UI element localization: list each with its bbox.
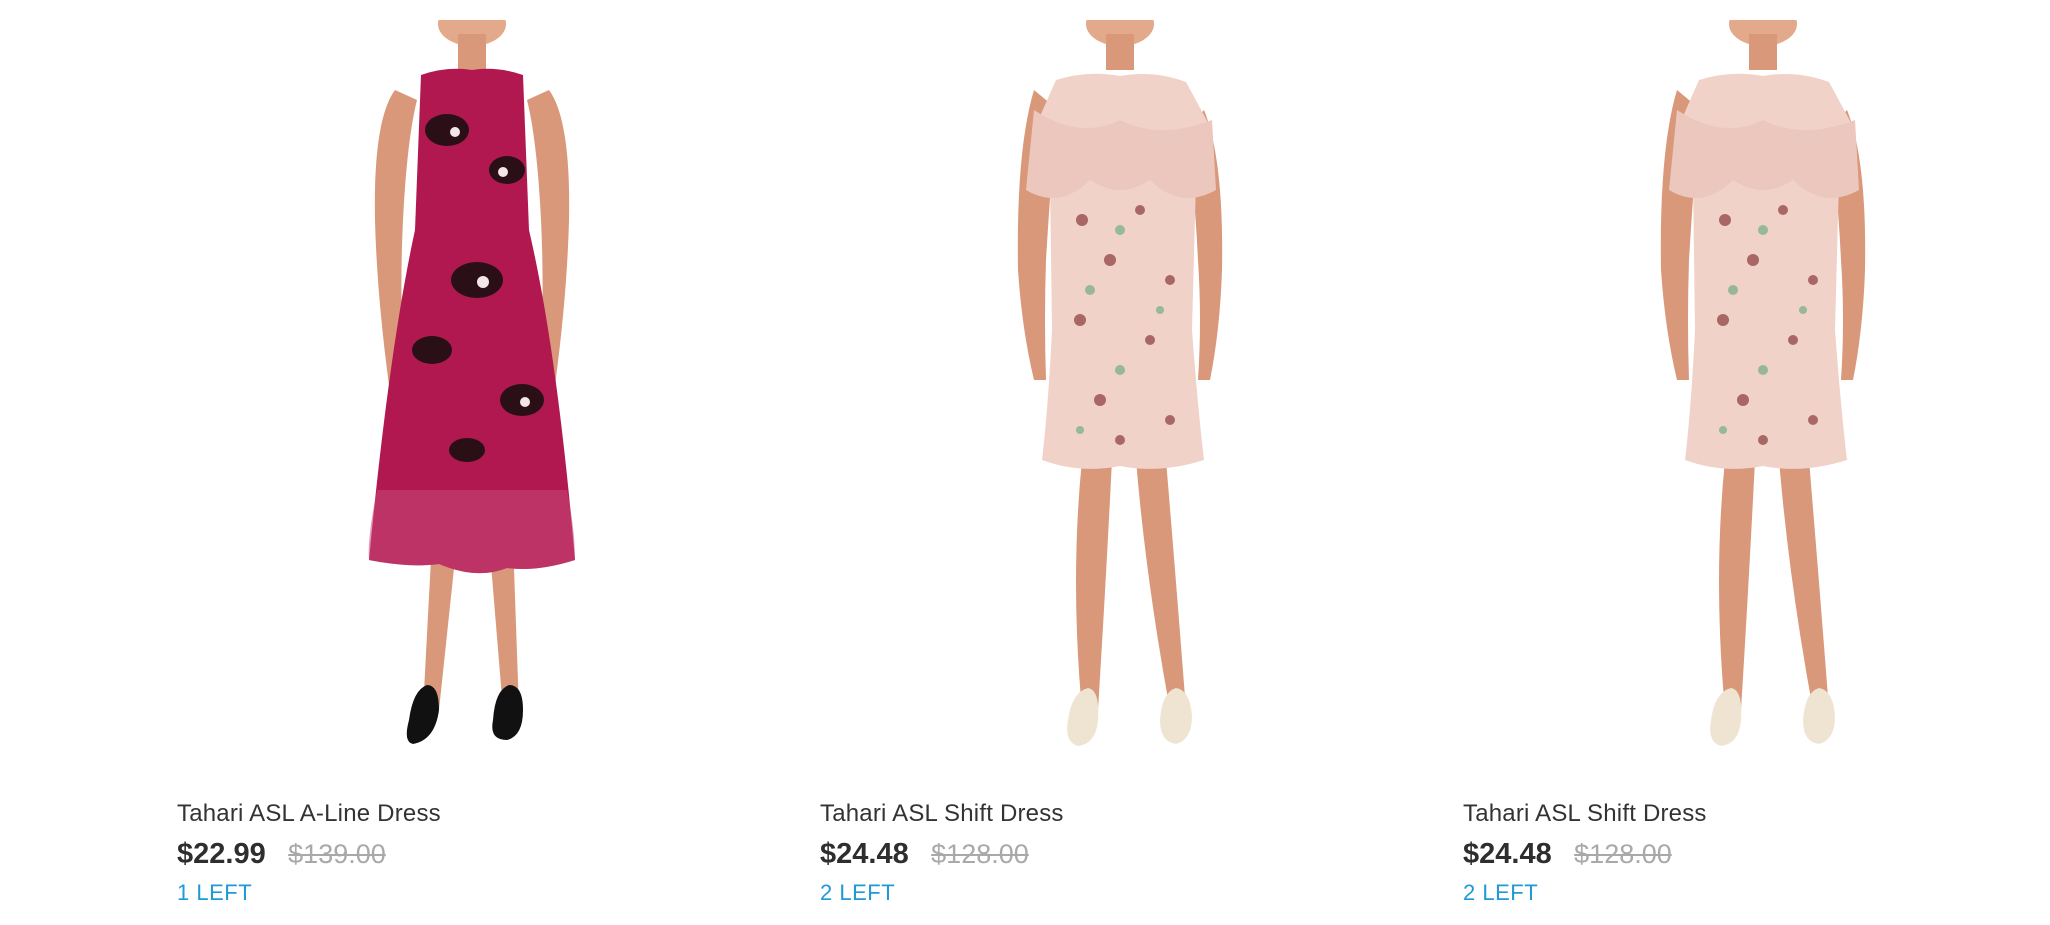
price-row: $24.48 $128.00 [820,838,1029,871]
stock-badge: 1 LEFT [177,880,253,905]
product-grid: Tahari ASL A-Line Dress $22.99 $139.00 1… [0,0,2050,925]
product-image[interactable] [1463,20,2050,776]
product-image[interactable] [820,20,1410,776]
original-price: $128.00 [931,839,1029,869]
stock-badge: 2 LEFT [1463,880,1539,905]
sale-price: $24.48 [820,838,909,870]
stock-badge: 2 LEFT [820,880,896,905]
product-title[interactable]: Tahari ASL Shift Dress [820,800,1064,828]
price-row: $24.48 $128.00 [1463,838,1672,871]
product-image[interactable] [177,20,767,776]
sale-price: $24.48 [1463,838,1552,870]
original-price: $139.00 [288,839,386,869]
product-card[interactable]: Tahari ASL Shift Dress $24.48 $128.00 2 … [1463,0,2050,925]
product-title[interactable]: Tahari ASL A-Line Dress [177,800,441,828]
sale-price: $22.99 [177,838,266,870]
product-card[interactable]: Tahari ASL Shift Dress $24.48 $128.00 2 … [820,0,1420,925]
product-title[interactable]: Tahari ASL Shift Dress [1463,800,1707,828]
price-row: $22.99 $139.00 [177,838,386,871]
product-card[interactable]: Tahari ASL A-Line Dress $22.99 $139.00 1… [177,0,777,925]
original-price: $128.00 [1574,839,1672,869]
